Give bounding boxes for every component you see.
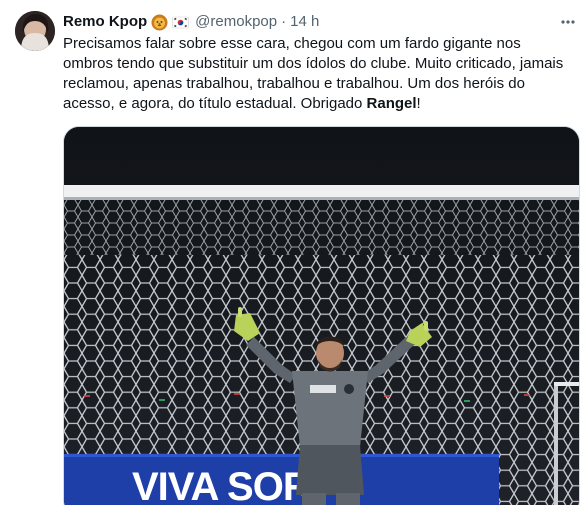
tweet-photo[interactable]: VIVA SORTE — [63, 126, 580, 505]
more-options-icon[interactable] — [558, 12, 578, 32]
tweet-text: Precisamos falar sobre esse cara, chegou… — [63, 34, 568, 114]
tweet-timestamp[interactable]: 14 h — [290, 12, 319, 32]
tweet-text-bold-name: Rangel — [366, 95, 417, 112]
avatar-image — [15, 11, 55, 51]
author-handle[interactable]: @remokpop — [195, 12, 277, 32]
tweet-text-end: ! — [416, 95, 421, 112]
tweet-header: Remo Kpop @remokpop · 14 h — [63, 12, 319, 32]
author-display-name[interactable]: Remo Kpop — [63, 12, 147, 32]
tweet-text-main: Precisamos falar sobre esse cara, chegou… — [63, 35, 564, 112]
tweet-card[interactable]: Remo Kpop @remokpop · 14 h Precisamos fa… — [0, 0, 585, 505]
avatar[interactable] — [15, 11, 55, 51]
header-separator: · — [281, 13, 287, 30]
lion-face-emoji — [151, 14, 168, 31]
goalkeeper-celebration-photo: VIVA SORTE — [64, 127, 579, 505]
south-korea-flag-emoji — [172, 14, 189, 31]
